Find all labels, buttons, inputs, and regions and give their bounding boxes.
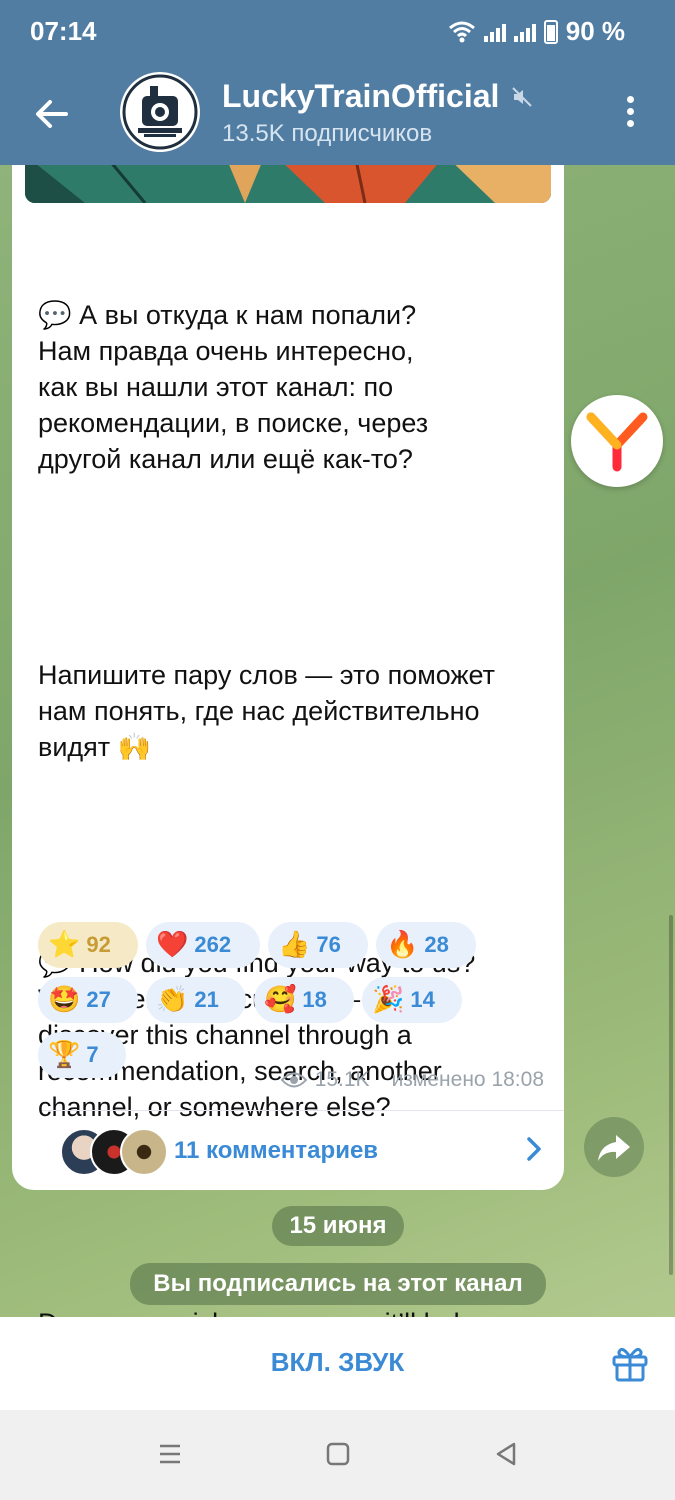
reaction-star[interactable]: ⭐ 92 bbox=[38, 922, 138, 968]
channel-title[interactable]: LuckyTrainOfficial bbox=[222, 78, 533, 115]
reaction-smiling-hearts[interactable]: 🥰 18 bbox=[254, 977, 354, 1023]
star-icon: ⭐ bbox=[48, 930, 81, 960]
post-text-ru-1: 💬 А вы откуда к нам попали? Нам правда о… bbox=[38, 300, 429, 474]
reaction-count: 92 bbox=[86, 932, 111, 957]
reaction-count: 18 bbox=[302, 987, 327, 1012]
bottom-bar: ВКЛ. ЗВУК bbox=[0, 1317, 675, 1410]
reaction-star-struck[interactable]: 🤩 27 bbox=[38, 977, 138, 1023]
reaction-party[interactable]: 🎉 14 bbox=[362, 977, 462, 1023]
post-text-en-2: Drop us a quick message — it’ll help us … bbox=[38, 1305, 558, 1317]
reaction-heart[interactable]: ❤️ 262 bbox=[146, 922, 260, 968]
chevron-right-icon bbox=[527, 1137, 541, 1161]
home-icon[interactable] bbox=[324, 1440, 352, 1468]
illustration-icon bbox=[25, 165, 551, 203]
edited-time: изменено 18:08 bbox=[391, 1068, 544, 1091]
channel-post: 💬 А вы откуда к нам попали? Нам правда о… bbox=[12, 165, 564, 1317]
view-count: 15.1K bbox=[314, 1068, 370, 1091]
post-text-ru-2: Напишите пару слов — это поможет нам пон… bbox=[38, 660, 496, 762]
comments-count: 11 комментариев bbox=[174, 1137, 379, 1164]
star-struck-icon: 🤩 bbox=[48, 985, 81, 1015]
channel-header: LuckyTrainOfficial 13.5K подписчиков bbox=[0, 62, 675, 165]
comments-button[interactable]: 11 комментариев bbox=[42, 1123, 552, 1183]
fire-icon: 🔥 bbox=[386, 930, 419, 960]
post-meta: 15.1K изменено 18:08 bbox=[280, 1068, 544, 1092]
subscriber-count: 13.5K подписчиков bbox=[222, 120, 433, 147]
back-arrow-icon[interactable] bbox=[30, 92, 74, 136]
heart-icon: ❤️ bbox=[156, 930, 189, 960]
status-bar: 07:14 90 % bbox=[0, 0, 675, 62]
trophy-icon: 🏆 bbox=[48, 1040, 81, 1070]
reaction-count: 262 bbox=[194, 932, 232, 957]
signal-2-icon bbox=[513, 22, 536, 42]
post-image[interactable] bbox=[25, 165, 551, 203]
post-text-en-1: 💬 How did you find your way to us? We’re… bbox=[38, 948, 475, 1122]
recent-apps-icon[interactable] bbox=[156, 1440, 184, 1468]
muted-icon bbox=[512, 86, 533, 107]
share-button[interactable] bbox=[584, 1117, 644, 1177]
party-popper-icon: 🎉 bbox=[372, 985, 405, 1015]
gift-icon[interactable] bbox=[610, 1343, 650, 1383]
reaction-count: 14 bbox=[410, 987, 435, 1012]
divider bbox=[42, 1110, 564, 1111]
train-logo-icon bbox=[122, 74, 198, 150]
channel-name: LuckyTrainOfficial bbox=[222, 78, 500, 114]
commenter-avatar bbox=[120, 1128, 168, 1176]
channel-avatar[interactable] bbox=[120, 72, 200, 152]
yandex-browser-button[interactable] bbox=[571, 395, 663, 487]
unmute-button[interactable]: ВКЛ. ЗВУК bbox=[0, 1347, 675, 1378]
reaction-count: 7 bbox=[86, 1042, 99, 1067]
reaction-count: 76 bbox=[316, 932, 341, 957]
smiling-hearts-icon: 🥰 bbox=[264, 985, 297, 1015]
reaction-count: 28 bbox=[424, 932, 449, 957]
battery-icon bbox=[543, 19, 558, 44]
thumbs-up-icon: 👍 bbox=[278, 930, 311, 960]
status-icons: 90 % bbox=[448, 16, 625, 47]
yandex-logo-icon bbox=[586, 412, 648, 472]
reaction-count: 21 bbox=[194, 987, 219, 1012]
system-navigation-bar bbox=[0, 1410, 675, 1500]
wifi-icon bbox=[448, 21, 475, 42]
reaction-thumbs-up[interactable]: 👍 76 bbox=[268, 922, 368, 968]
chat-area[interactable]: 💬 А вы откуда к нам попали? Нам правда о… bbox=[0, 165, 675, 1317]
eye-icon bbox=[280, 1072, 307, 1088]
signal-icon bbox=[483, 22, 506, 42]
date-pill: 15 июня bbox=[272, 1206, 404, 1246]
reaction-clap[interactable]: 👏 21 bbox=[146, 977, 246, 1023]
clap-icon: 👏 bbox=[156, 985, 189, 1015]
more-options-icon[interactable] bbox=[620, 96, 640, 136]
reaction-count: 27 bbox=[86, 987, 111, 1012]
reaction-trophy[interactable]: 🏆 7 bbox=[38, 1032, 126, 1078]
reaction-fire[interactable]: 🔥 28 bbox=[376, 922, 476, 968]
battery-level: 90 % bbox=[565, 16, 625, 46]
back-nav-icon[interactable] bbox=[492, 1440, 520, 1468]
share-arrow-icon bbox=[598, 1135, 630, 1161]
scrollbar[interactable] bbox=[669, 915, 673, 1275]
status-time: 07:14 bbox=[30, 16, 97, 46]
service-message: Вы подписались на этот канал bbox=[130, 1263, 546, 1305]
